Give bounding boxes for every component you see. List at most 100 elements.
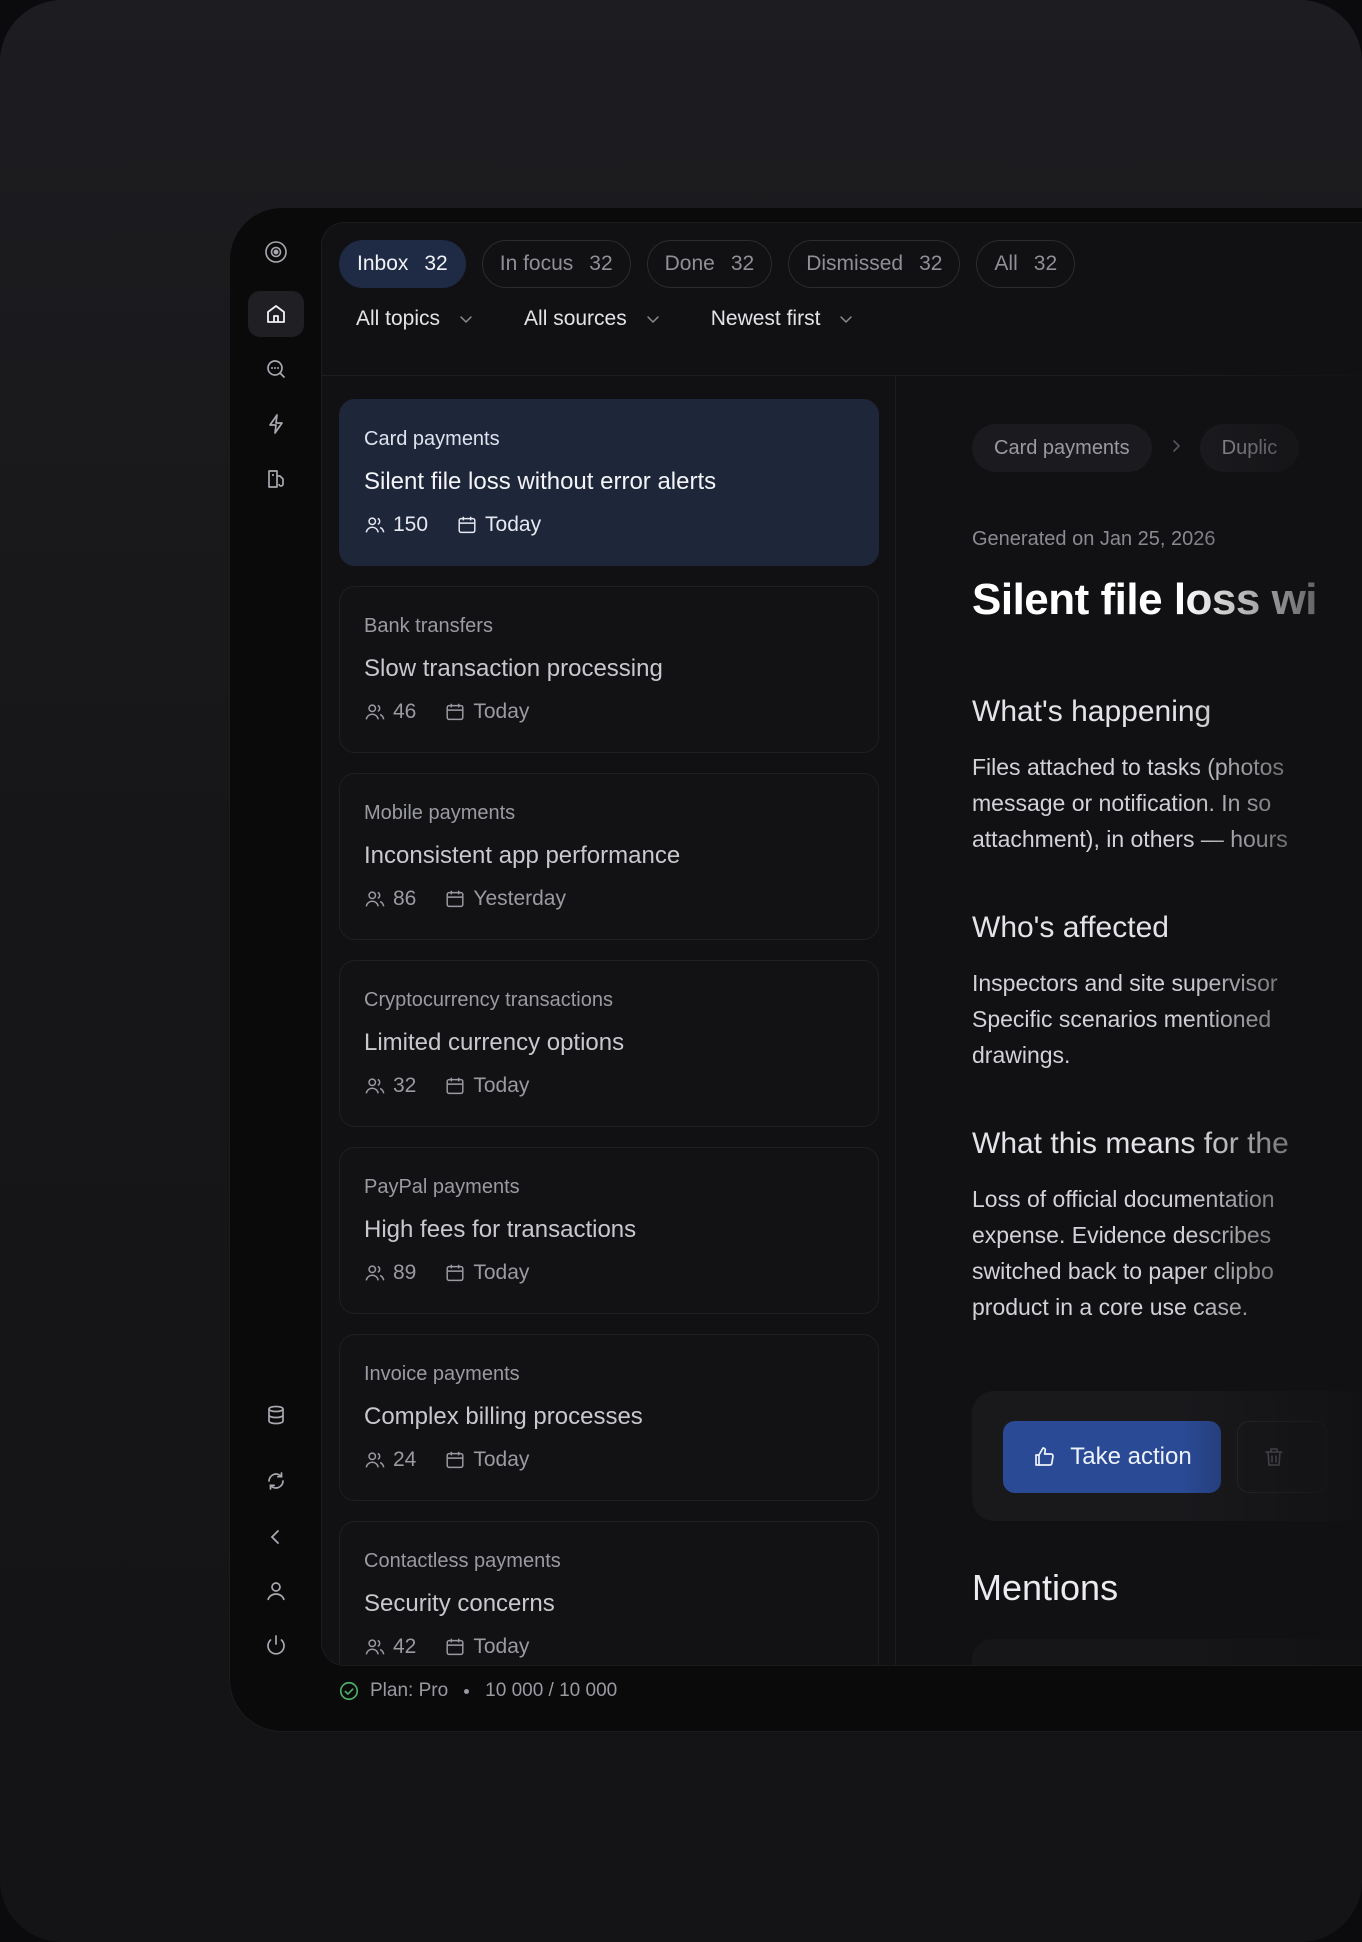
issue-topic: Bank transfers	[364, 615, 493, 637]
users-count-value: 24	[393, 1448, 417, 1471]
topics-dropdown-label: All topics	[356, 307, 441, 330]
issue-date-value: Today	[473, 1261, 530, 1284]
calendar-icon	[446, 1451, 464, 1469]
users-count: 24	[364, 1448, 416, 1472]
database-icon[interactable]	[248, 1392, 304, 1438]
issue-title: High fees for transactions	[364, 1216, 637, 1243]
tab-count: 32	[589, 252, 613, 275]
issue-meta: 150 Today	[364, 513, 541, 537]
issue-card[interactable]: Card payments Silent file loss without er…	[339, 399, 879, 566]
tab-label: Inbox	[357, 252, 409, 275]
issue-title: Slow transaction processing	[364, 655, 663, 682]
issue-meta: 32 Today	[364, 1074, 529, 1098]
usage-label: 10 000 / 10 000	[485, 1680, 618, 1701]
tab-dismissed[interactable]: Dismissed 32	[788, 240, 961, 288]
tab-inbox[interactable]: Inbox 32	[339, 240, 466, 288]
tab-label: In focus	[499, 252, 574, 275]
issue-date: Today	[444, 700, 529, 724]
breadcrumb-item[interactable]: Card payments	[972, 424, 1152, 472]
issue-card[interactable]: Contactless payments Security concerns 42 T…	[339, 1521, 879, 1665]
status-bar: Plan: Pro 10 000 / 10 000	[338, 1680, 617, 1702]
sync-icon[interactable]	[248, 1458, 304, 1504]
calendar-icon	[446, 703, 464, 721]
users-icon	[365, 1452, 385, 1468]
users-count-value: 32	[393, 1074, 417, 1097]
issue-card[interactable]: Cryptocurrency transactions Limited curre…	[339, 960, 879, 1127]
sources-dropdown-label: All sources	[524, 307, 627, 330]
logo-icon[interactable]	[248, 229, 304, 275]
users-icon	[365, 517, 385, 533]
users-count-value: 42	[393, 1635, 417, 1658]
issue-card[interactable]: Mobile payments Inconsistent app performa…	[339, 773, 879, 940]
topics-dropdown[interactable]: All topics	[356, 307, 474, 331]
home-icon[interactable]	[248, 291, 304, 337]
section-line: Loss of official documentation	[972, 1186, 1275, 1212]
user-icon[interactable]	[248, 1568, 304, 1614]
issue-topic: Contactless payments	[364, 1550, 561, 1572]
users-count-value: 86	[393, 887, 417, 910]
check-circle-icon	[339, 1681, 359, 1701]
sort-dropdown[interactable]: Newest first	[711, 307, 855, 331]
issue-date: Today	[444, 1635, 529, 1659]
issue-meta: 42 Today	[364, 1635, 529, 1659]
main-panel: Inbox 32 In focus 32 Done 32 Dismissed 3…	[322, 223, 1362, 1665]
section-line: drawings.	[972, 1042, 1071, 1068]
issue-card[interactable]: Invoice payments Complex billing processe…	[339, 1334, 879, 1501]
issue-topic: Mobile payments	[364, 802, 516, 824]
dismiss-button[interactable]	[1237, 1421, 1327, 1493]
generated-date: Generated on Jan 25, 2026	[972, 528, 1216, 550]
power-icon[interactable]	[248, 1622, 304, 1668]
take-action-button[interactable]: Take action	[1003, 1421, 1221, 1493]
separator-dot	[464, 1688, 470, 1694]
trash-icon	[1265, 1448, 1283, 1466]
section-heading: What's happening	[972, 695, 1212, 728]
mention-card[interactable]	[972, 1639, 1362, 1665]
section-line: Files attached to tasks (photos	[972, 754, 1284, 780]
section-line: message or notification. In so	[972, 790, 1272, 816]
users-icon	[365, 1639, 385, 1655]
issue-date: Today	[444, 1261, 529, 1285]
calendar-icon	[446, 1077, 464, 1095]
issue-title: Complex billing processes	[364, 1403, 643, 1430]
calendar-icon	[446, 1264, 464, 1282]
sources-icon[interactable]	[248, 456, 304, 502]
issue-title: Security concerns	[364, 1590, 555, 1617]
sort-dropdown-label: Newest first	[710, 307, 821, 330]
issue-topic: Cryptocurrency transactions	[364, 989, 613, 1011]
search-icon[interactable]	[248, 346, 304, 392]
collapse-icon[interactable]	[248, 1514, 304, 1560]
take-action-label: Take action	[1070, 1443, 1192, 1470]
users-icon	[365, 1265, 385, 1281]
calendar-icon	[446, 1638, 464, 1656]
chevron-down-icon	[460, 316, 472, 324]
issue-meta: 46 Today	[364, 700, 529, 724]
calendar-icon	[446, 890, 464, 908]
issue-title: Silent file loss without error alerts	[364, 468, 717, 495]
breadcrumb-item[interactable]: Duplic	[1199, 424, 1300, 472]
lightning-icon[interactable]	[248, 401, 304, 447]
issue-date-value: Today	[473, 1635, 530, 1658]
issue-date: Today	[444, 1448, 529, 1472]
action-panel: Take action	[972, 1391, 1362, 1521]
sources-dropdown[interactable]: All sources	[524, 307, 661, 331]
breadcrumb: Card payments Duplic	[972, 424, 1300, 472]
issue-card[interactable]: PayPal payments High fees for transaction…	[339, 1147, 879, 1314]
users-count: 46	[364, 700, 416, 724]
sidebar	[230, 208, 322, 1731]
issue-date-value: Today	[485, 513, 542, 536]
issue-date-value: Yesterday	[473, 887, 566, 910]
users-icon	[365, 891, 385, 907]
issue-card[interactable]: Bank transfers Slow transaction processin…	[339, 586, 879, 753]
issue-date: Today	[456, 513, 541, 537]
section-line: product in a core use case.	[972, 1294, 1249, 1320]
tab-count: 32	[730, 252, 755, 275]
issue-meta: 89 Today	[364, 1261, 529, 1285]
tab-in-focus[interactable]: In focus 32	[481, 240, 631, 288]
divider	[895, 375, 896, 1665]
users-count-value: 46	[393, 700, 417, 723]
section-heading: What this means for the	[972, 1127, 1289, 1160]
issue-date: Yesterday	[444, 887, 566, 911]
issue-meta: 86 Yesterday	[364, 887, 566, 911]
section-line: Inspectors and site supervisor	[972, 970, 1278, 996]
tab-done[interactable]: Done 32	[646, 240, 773, 288]
